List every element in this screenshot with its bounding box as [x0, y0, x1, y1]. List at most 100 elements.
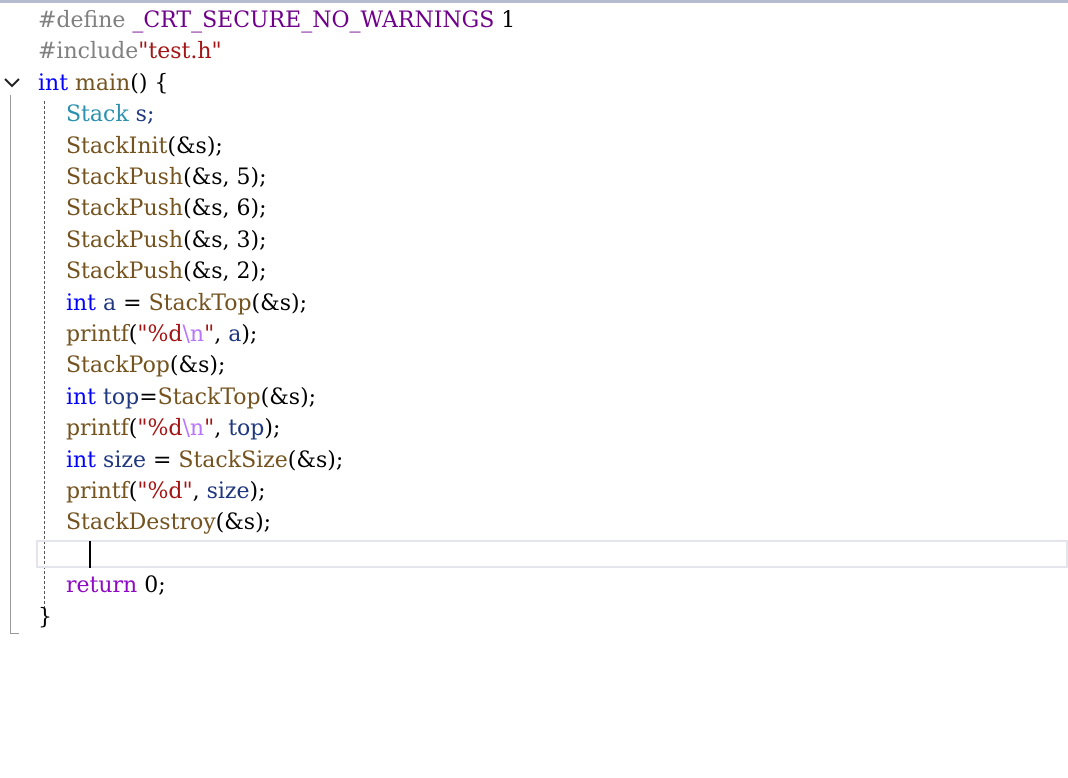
code-token: StackTop: [148, 290, 252, 316]
code-line[interactable]: int top=StackTop(&s);: [0, 382, 1068, 413]
code-token: ": [204, 322, 215, 347]
code-token: );: [264, 416, 281, 442]
code-line[interactable]: int a = StackTop(&s);: [0, 288, 1068, 319]
code-token: StackPush: [38, 165, 184, 190]
code-line-text: printf("%d\n", top);: [38, 413, 280, 444]
code-token: "%d": [137, 479, 193, 504]
code-token: int: [38, 290, 97, 316]
code-line[interactable]: int main() {: [0, 68, 1068, 99]
code-line[interactable]: StackPush(&s, 2);: [0, 256, 1068, 287]
code-line[interactable]: StackPush(&s, 5);: [0, 162, 1068, 193]
code-token: size: [96, 447, 146, 473]
code-token: (&s);: [215, 510, 272, 536]
code-token: StackInit: [38, 133, 168, 159]
fold-region-end: [10, 633, 19, 634]
code-line-text: return 0;: [38, 570, 166, 601]
code-line-text: #define _CRT_SECURE_NO_WARNINGS 1: [38, 5, 515, 36]
code-line-text: printf("%d", size);: [38, 476, 266, 507]
code-token: main: [68, 70, 131, 96]
code-line-text: int top=StackTop(&s);: [38, 382, 316, 413]
code-token: StackSize: [178, 447, 288, 473]
code-line-text: StackPop(&s);: [38, 350, 225, 381]
code-token: return: [38, 573, 138, 599]
code-line[interactable]: StackDestroy(&s);: [0, 507, 1068, 538]
code-token: ,: [214, 322, 229, 347]
code-token: Stack: [38, 102, 129, 128]
code-token: #include: [38, 39, 139, 65]
code-token: printf: [38, 416, 129, 442]
code-token: StackPush: [38, 196, 184, 222]
code-token: int: [38, 70, 69, 96]
code-line-text: StackPush(&s, 5);: [38, 162, 267, 193]
code-token: printf: [38, 322, 129, 347]
code-line-text: StackPush(&s, 3);: [38, 225, 267, 256]
code-line[interactable]: printf("%d\n", a);: [0, 319, 1068, 350]
code-token: "%d: [137, 322, 183, 347]
code-token: #define: [38, 8, 133, 33]
code-token: 0;: [137, 573, 166, 599]
code-token: );: [241, 322, 258, 347]
code-token: =: [116, 290, 149, 316]
code-token: StackPush: [38, 227, 184, 253]
code-token: "%d: [137, 416, 183, 442]
code-token: (&s);: [260, 384, 317, 410]
code-token: size: [206, 479, 250, 504]
code-line-text: printf("%d\n", a);: [38, 319, 257, 350]
code-token: int: [38, 384, 97, 410]
code-token: s;: [128, 102, 155, 128]
code-token: ": [204, 416, 215, 442]
code-line[interactable]: printf("%d\n", top);: [0, 413, 1068, 444]
code-line[interactable]: StackPush(&s, 3);: [0, 225, 1068, 256]
code-line[interactable]: printf("%d", size);: [0, 476, 1068, 507]
code-token: ,: [192, 479, 207, 504]
code-line[interactable]: #define _CRT_SECURE_NO_WARNINGS 1: [0, 5, 1068, 36]
code-token: StackPush: [38, 259, 184, 285]
code-token: (&s, 2);: [183, 259, 267, 285]
code-line-text: Stack s;: [38, 99, 154, 130]
code-line[interactable]: StackInit(&s);: [0, 131, 1068, 162]
code-token: StackTop: [157, 384, 261, 410]
code-token: );: [249, 479, 266, 504]
code-line-text: int size = StackSize(&s);: [38, 445, 343, 476]
code-token: }: [38, 604, 52, 630]
code-token: a: [96, 290, 117, 316]
code-token: \n: [182, 322, 205, 347]
code-line-text: StackDestroy(&s);: [38, 507, 271, 538]
code-token: "test.h": [138, 39, 222, 65]
code-token: (&s);: [251, 290, 307, 316]
code-line[interactable]: StackPush(&s, 6);: [0, 193, 1068, 224]
code-line-text: #include"test.h": [38, 36, 222, 67]
code-token: \n: [182, 416, 205, 442]
code-line[interactable]: Stack s;: [0, 99, 1068, 130]
code-line-text: int main() {: [38, 68, 168, 99]
code-line[interactable]: #include"test.h": [0, 36, 1068, 67]
code-token: =: [145, 447, 179, 473]
code-token: printf: [38, 479, 129, 504]
code-token: StackPop: [38, 353, 170, 379]
code-line-text: int a = StackTop(&s);: [38, 288, 307, 319]
code-token: (&s, 6);: [183, 196, 267, 222]
code-line[interactable]: return 0;: [0, 570, 1068, 601]
code-token: (&s);: [287, 447, 344, 473]
code-token: top: [96, 384, 140, 410]
code-line-text: StackPush(&s, 6);: [38, 193, 267, 224]
code-token: _CRT_SECURE_NO_WARNINGS: [132, 8, 495, 33]
code-token: (&s, 5);: [183, 165, 267, 190]
code-token: StackDestroy: [38, 510, 216, 536]
code-token: () {: [130, 70, 169, 96]
code-token: ,: [214, 416, 229, 442]
code-token: (&s, 3);: [183, 227, 267, 253]
code-line[interactable]: int size = StackSize(&s);: [0, 445, 1068, 476]
code-token: int: [38, 447, 97, 473]
code-token: a: [228, 322, 242, 347]
code-line[interactable]: }: [0, 602, 1068, 633]
code-token: top: [228, 416, 265, 442]
code-editor[interactable]: #define _CRT_SECURE_NO_WARNINGS 1 #includ…: [0, 3, 1068, 778]
code-line-text: }: [38, 602, 52, 633]
code-token: 1: [494, 8, 516, 33]
code-token: (&s);: [167, 133, 223, 159]
code-token: =: [139, 384, 158, 410]
code-line-text: StackPush(&s, 2);: [38, 256, 267, 287]
code-line[interactable]: StackPop(&s);: [0, 350, 1068, 381]
code-line[interactable]: [0, 539, 1068, 570]
